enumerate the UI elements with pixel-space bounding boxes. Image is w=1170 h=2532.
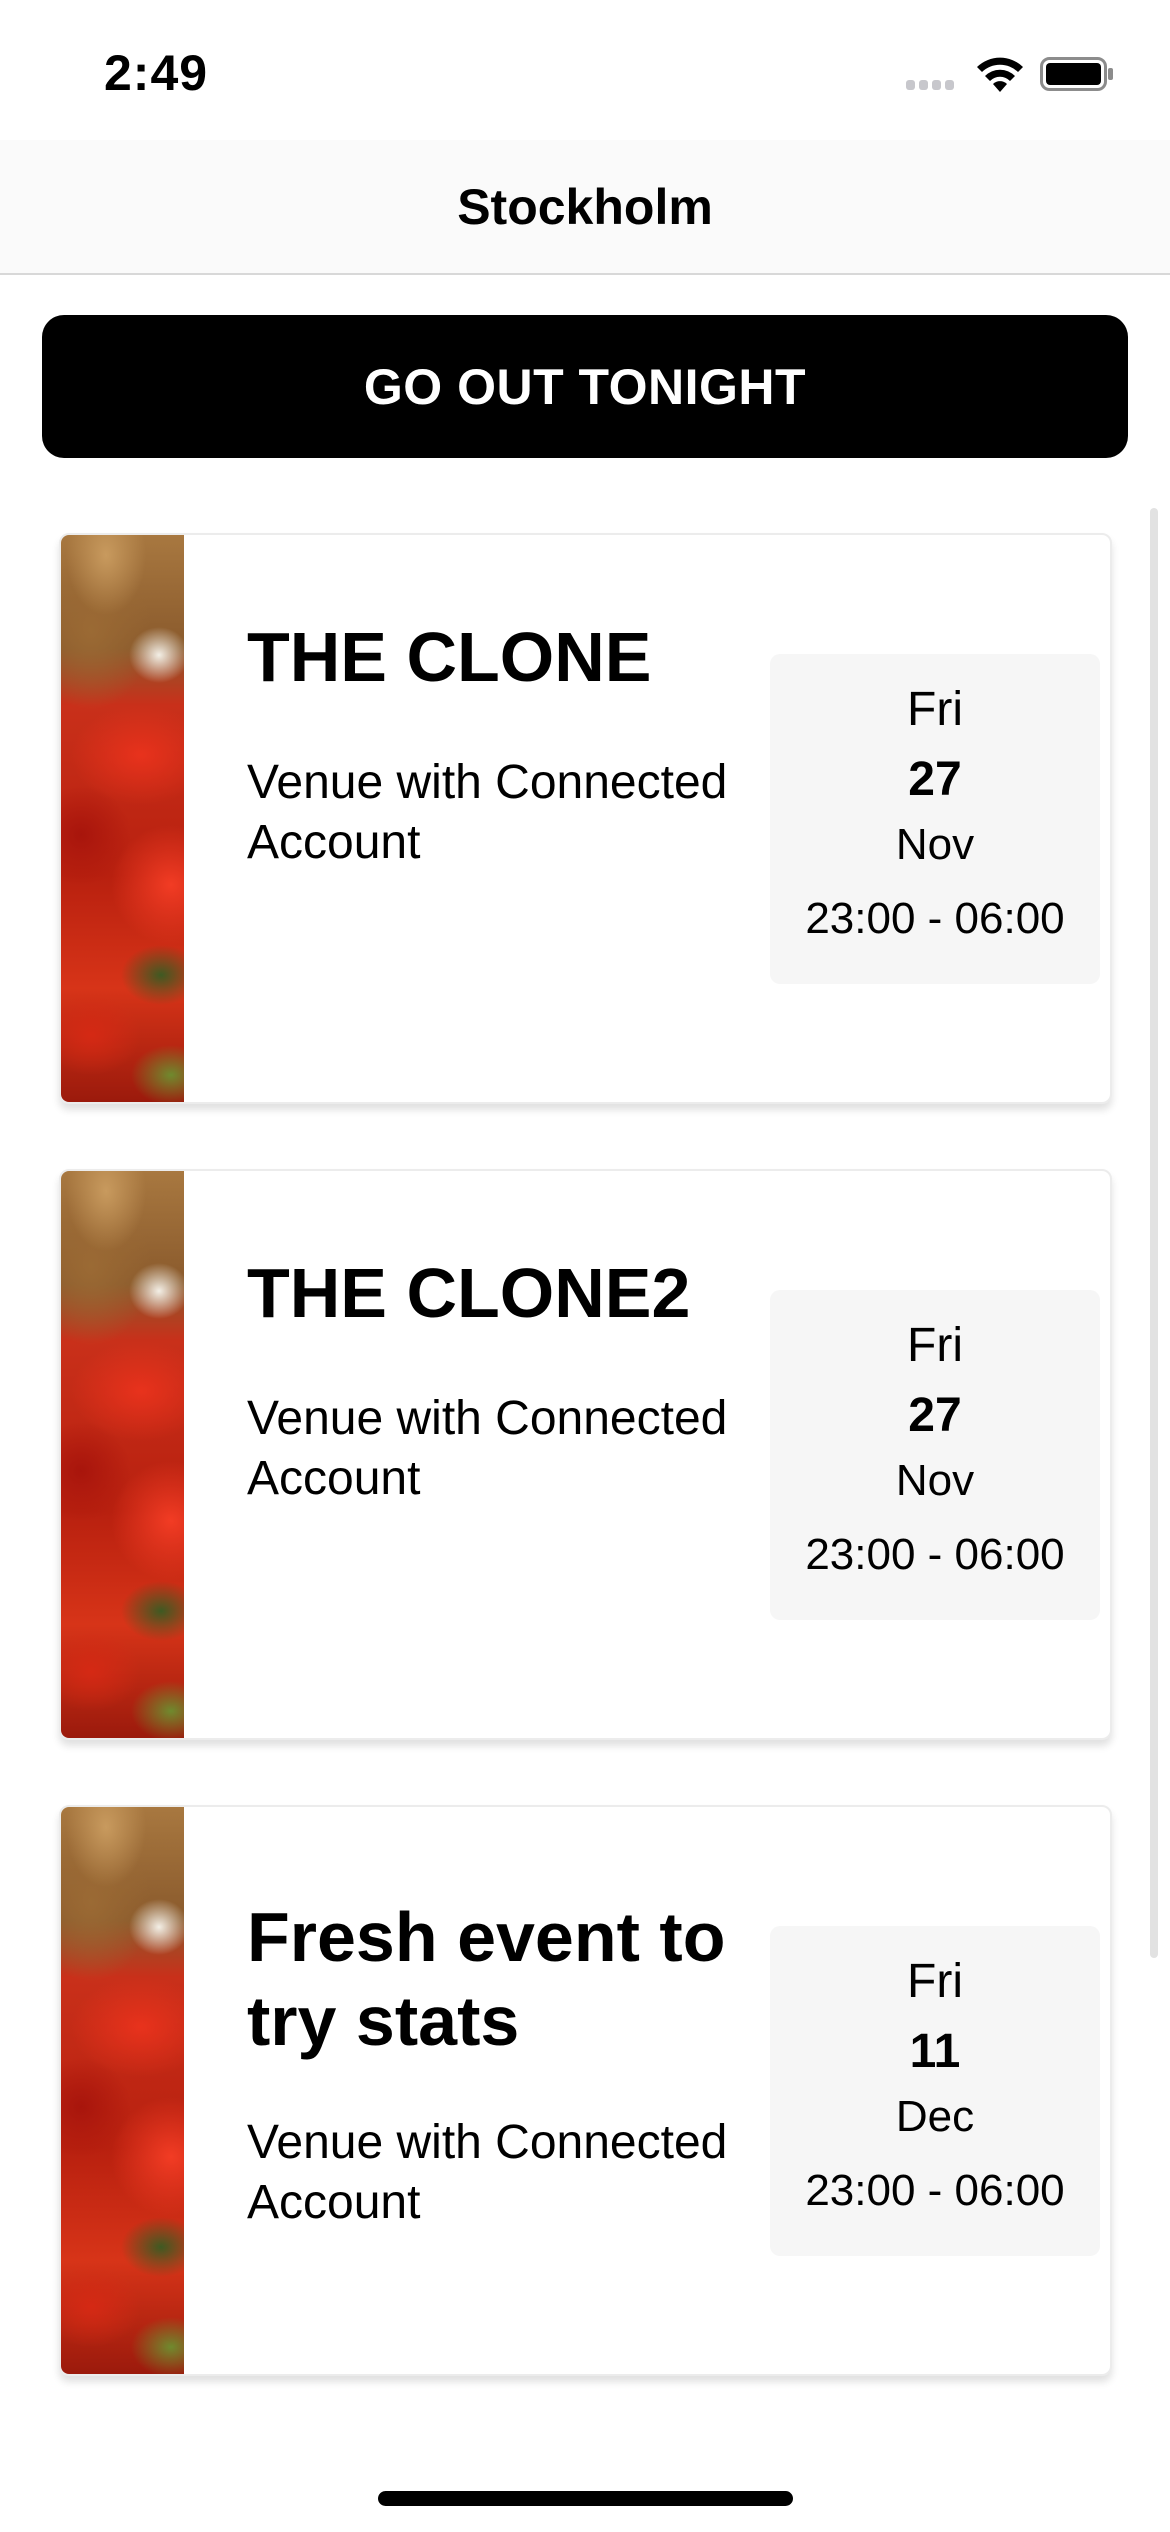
event-card[interactable]: Fresh event to try stats Venue with Conn… (59, 1805, 1112, 2376)
event-date-box: Fri 27 Nov 23:00 - 06:00 (770, 654, 1100, 984)
navigation-bar: Stockholm (0, 140, 1170, 275)
event-day: 27 (908, 753, 962, 806)
event-title: THE CLONE (247, 618, 652, 696)
event-day: 11 (909, 2025, 961, 2078)
event-time: 23:00 - 06:00 (805, 894, 1065, 943)
status-bar: 2:49 (0, 0, 1170, 140)
wifi-icon (977, 57, 1023, 92)
event-thumbnail (61, 1807, 184, 2374)
status-time: 2:49 (104, 45, 209, 101)
event-venue: Venue with Connected Account (247, 2116, 728, 2229)
event-month: Nov (895, 1456, 975, 1505)
scrollbar[interactable] (1150, 508, 1158, 1958)
event-venue: Venue with Connected Account (247, 756, 728, 869)
go-out-tonight-button[interactable]: GO OUT TONIGHT (42, 315, 1128, 458)
event-weekday: Fri (907, 683, 963, 736)
event-date-box: Fri 11 Dec 23:00 - 06:00 (770, 1926, 1100, 2256)
event-card[interactable]: THE CLONE2 Venue with Connected Account … (59, 1169, 1112, 1740)
event-time: 23:00 - 06:00 (805, 1530, 1065, 1579)
event-month: Dec (895, 2092, 975, 2141)
event-title: Fresh event to try stats (247, 1898, 726, 2060)
event-venue: Venue with Connected Account (247, 1392, 728, 1505)
event-month: Nov (895, 820, 975, 869)
page-title: Stockholm (457, 179, 713, 235)
event-card[interactable]: THE CLONE Venue with Connected Account F… (59, 533, 1112, 1104)
event-time: 23:00 - 06:00 (805, 2166, 1065, 2215)
event-weekday: Fri (907, 1319, 963, 1372)
event-thumbnail (61, 535, 184, 1102)
event-date-box: Fri 27 Nov 23:00 - 06:00 (770, 1290, 1100, 1620)
home-indicator[interactable] (378, 2491, 793, 2506)
event-thumbnail (61, 1171, 184, 1738)
event-weekday: Fri (907, 1955, 963, 2008)
event-day: 27 (908, 1389, 962, 1442)
battery-icon (1040, 57, 1113, 91)
event-title: THE CLONE2 (247, 1254, 691, 1332)
cellular-signal-icon (906, 80, 958, 92)
